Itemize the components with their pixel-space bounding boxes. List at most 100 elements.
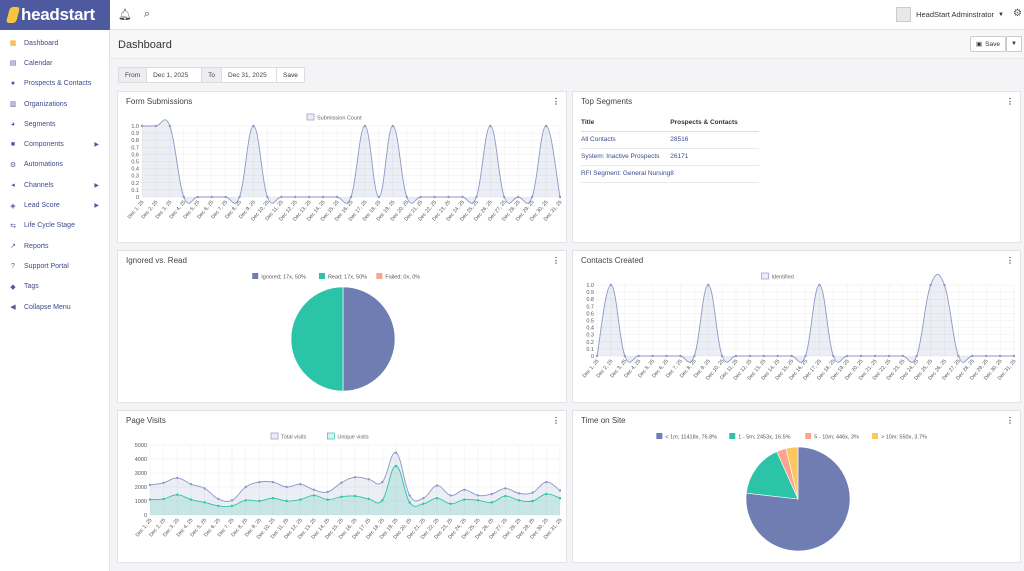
data-point [230,499,234,502]
segment-link[interactable]: RFI Segment: General Nursing [581,165,671,183]
save-dropdown-toggle[interactable]: ▼ [1006,36,1022,52]
page-header: Dashboard ▣ Save ▼ [111,30,1024,59]
bell-icon[interactable]: 🔔︎ [118,8,132,21]
data-point [790,354,793,358]
sidebar-item-lead-score[interactable]: ◈ Lead Score ▶ [0,195,109,215]
segment-link[interactable]: All Contacts [581,131,671,149]
data-point [367,497,370,501]
data-point [665,354,668,358]
data-point [544,124,548,128]
sidebar-item-label: Dashboard [24,39,59,47]
data-point [433,195,436,199]
more-menu-icon[interactable]: ⋮ [1006,97,1014,106]
data-point [335,195,339,199]
data-point [244,485,247,489]
from-label: From [119,68,148,82]
data-point [162,481,165,484]
y-tick-label: 0.8 [586,297,594,303]
sidebar-icon: ▥ [9,101,17,109]
save-dashboard-button[interactable]: ▣ Save [970,36,1006,52]
data-point [545,492,548,496]
data-point [176,476,179,480]
save-label: Save [985,40,1000,48]
legend-label: Ignored; 17x, 50% [261,275,306,281]
sidebar-item-reports[interactable]: ↗ Reports [0,236,109,256]
sidebar-item-channels[interactable]: ◂ Channels ▶ [0,175,109,195]
data-point [326,490,329,494]
sidebar-item-prospects-contacts[interactable]: ● Prospects & Contacts [0,74,109,94]
sidebar-icon: ? [11,262,15,270]
data-point [503,195,506,199]
data-point [217,497,220,501]
sidebar-item-dashboard[interactable]: ▦ Dashboard [0,33,109,53]
search-icon[interactable]: ⌕ [140,8,154,21]
segment-count[interactable]: 26171 [670,148,760,166]
data-point [463,498,466,501]
data-point [203,501,206,504]
user-menu[interactable]: HeadStart Adminstrator ▼ [896,7,1004,22]
data-point [971,354,974,358]
data-point [294,195,297,199]
data-point [943,283,946,287]
data-point [140,124,144,128]
data-point [504,494,507,498]
data-point [490,492,493,496]
data-point [985,354,988,358]
legend-swatch [306,113,315,121]
sidebar-item-segments[interactable]: ◕ Segments [0,114,109,134]
contacts-created-panel: Contacts Created ⋮ Identified 0 0.1 0.2 0.3 0.4… [572,250,1021,403]
data-point [776,354,779,358]
y-tick-label: 0.3 [131,174,139,180]
legend-swatch [871,433,878,439]
segment-link[interactable]: System: Inactive Prospects [581,148,671,166]
sidebar-item-life-cycle-stage[interactable]: ⇆ Life Cycle Stage [0,216,109,236]
sidebar-item-tags[interactable]: ◆ Tags [0,277,109,297]
data-point [476,494,480,497]
data-point [623,354,626,358]
page-title: Dashboard [118,39,172,51]
legend-swatch [327,432,335,440]
sidebar-item-collapse-menu[interactable]: ◀ Collapse Menu [0,297,109,317]
sidebar-item-label: Segments [24,120,56,128]
data-point [818,283,821,287]
sidebar-item-organizations[interactable]: ▥ Organizations [0,94,109,114]
data-point [720,354,724,358]
sidebar-item-support-portal[interactable]: ? Support Portal [0,256,109,276]
sidebar-item-components[interactable]: ■ Components ▶ [0,134,109,154]
data-point [449,502,452,505]
y-tick-label: 0.7 [131,145,139,151]
data-point [340,481,343,484]
sidebar-item-calendar[interactable]: ▤ Calendar [0,53,109,73]
sidebar-icon: ⚙ [9,161,17,169]
data-point [804,354,807,358]
data-point [859,354,863,358]
sidebar-item-label: Reports [24,242,49,250]
segment-count[interactable]: 28516 [670,131,760,149]
data-point [957,354,960,358]
caret-right-icon: ▶ [94,142,99,149]
headstart-logo[interactable]: headstart [0,0,110,30]
segment-count[interactable]: 8 [670,165,760,183]
y-tick-label: 1.0 [586,283,594,289]
chart-svg: < 1m; 11418x, 76.8% 1 - 5m; 2453x, 16.5% 5… [656,433,927,552]
data-point [476,499,480,502]
legend-label: > 10m; 550x, 3.7% [881,435,927,441]
save-icon: ▣ [976,41,983,48]
time-on-site-panel: Time on Site ⋮ < 1m; 11418x, 76.8% 1 - 5m; … [572,410,1021,563]
gear-icon[interactable]: ⚙ [1013,8,1022,19]
data-point [148,498,152,501]
date-range-form: From Dec 1, 2025 To Dec 31, 2025 Save [118,67,305,83]
from-date-input[interactable]: Dec 1, 2025 [147,68,203,82]
sidebar-icon: ↗ [10,243,16,251]
to-date-input[interactable]: Dec 31, 2025 [222,68,278,82]
data-point [609,283,613,287]
data-point [394,451,398,454]
data-point [558,195,562,199]
y-tick-label: 0.1 [131,188,139,194]
data-point [748,354,752,358]
sidebar-item-automations[interactable]: ⚙ Automations [0,155,109,175]
data-point [915,354,918,358]
data-point [340,495,343,498]
apply-range-button[interactable]: Save [277,68,304,82]
data-point [435,497,439,500]
